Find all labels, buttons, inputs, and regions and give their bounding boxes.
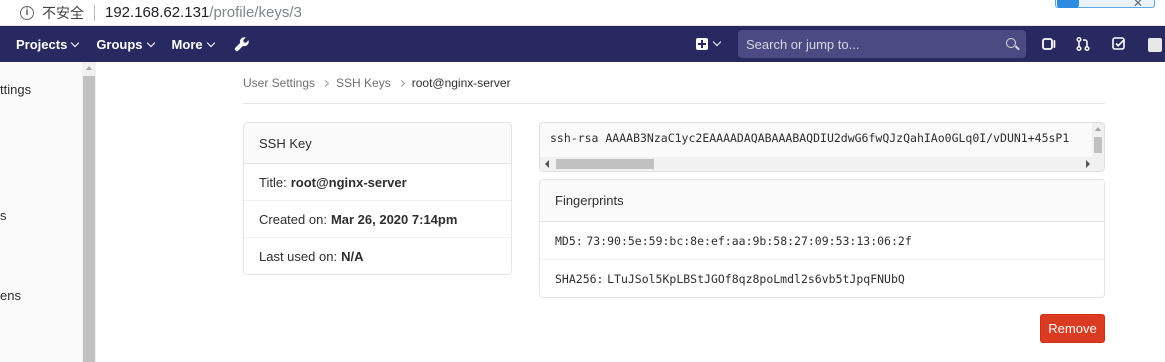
breadcrumb-ssh-keys[interactable]: SSH Keys	[336, 76, 391, 90]
nav-menu-label: Projects	[16, 36, 68, 52]
created-label: Created on:	[259, 211, 327, 227]
url-host[interactable]: 192.168.62.131	[105, 4, 209, 21]
merge-request-icon[interactable]	[1075, 36, 1091, 52]
issues-icon[interactable]	[1041, 36, 1057, 52]
ssh-key-last-used-row: Last used on: N/A	[244, 238, 511, 274]
search-box[interactable]	[738, 30, 1026, 58]
sidebar-item-tokens[interactable]: ens	[0, 288, 21, 303]
user-avatar-icon[interactable]	[1146, 36, 1162, 52]
address-separator	[94, 4, 95, 21]
chevron-right-icon	[397, 79, 405, 87]
url-path[interactable]: /profile/keys/3	[209, 4, 302, 21]
nav-menu-label: More	[171, 36, 203, 52]
sha256-label: SHA256:	[555, 271, 604, 286]
breadcrumb: User Settings SSH Keys root@nginx-server	[243, 76, 511, 90]
fingerprints-card: Fingerprints MD5: 73:90:5e:59:bc:8e:ef:a…	[539, 179, 1105, 298]
scrollbar-thumb[interactable]	[1094, 137, 1102, 153]
breadcrumb-user-settings[interactable]: User Settings	[243, 76, 315, 90]
top-navbar: Projects Groups More	[0, 26, 1165, 62]
search-input[interactable]	[746, 36, 996, 52]
ssh-key-created-row: Created on: Mar 26, 2020 7:14pm	[244, 201, 511, 238]
sidebar-item-keys[interactable]: s	[0, 208, 7, 223]
title-label: Title:	[259, 174, 287, 190]
wrench-icon[interactable]	[234, 36, 250, 52]
todo-checkbox-icon[interactable]	[1111, 36, 1127, 52]
public-key-textarea[interactable]: ssh-rsa AAAAB3NzaC1yc2EAAAADAQABAAABAQDI…	[539, 122, 1105, 172]
ssh-key-card: SSH Key Title: root@nginx-server Created …	[243, 122, 512, 275]
chevron-down-icon	[71, 38, 80, 47]
md5-value: 73:90:5e:59:bc:8e:ef:aa:9b:58:27:09:53:1…	[586, 233, 912, 248]
extension-icon[interactable]	[1057, 0, 1079, 8]
last-used-value: N/A	[341, 248, 364, 264]
ssh-key-card-header: SSH Key	[244, 123, 511, 164]
info-icon[interactable]: i	[20, 5, 34, 20]
nav-menu-more[interactable]: More	[171, 36, 215, 52]
chevron-down-icon	[146, 38, 155, 47]
scroll-up-icon[interactable]	[86, 66, 92, 70]
key-horizontal-scrollbar[interactable]	[540, 157, 1094, 171]
sidebar-scrollbar[interactable]	[82, 62, 96, 362]
scrollbar-thumb[interactable]	[83, 76, 95, 362]
chevron-down-icon[interactable]	[712, 37, 722, 47]
scrollbar-thumb[interactable]	[556, 159, 654, 169]
scroll-up-icon[interactable]	[1095, 127, 1101, 131]
md5-label: MD5:	[555, 233, 583, 248]
sidebar-item-settings[interactable]: ttings	[0, 82, 31, 97]
fingerprint-sha256-row: SHA256: LTuJSol5KpLBStJGOf8qz8poLmdl2s6v…	[540, 260, 1104, 297]
nav-menu-groups[interactable]: Groups	[96, 36, 155, 52]
public-key-text[interactable]: ssh-rsa AAAAB3NzaC1yc2EAAAADAQABAAABAQDI…	[550, 131, 1069, 145]
chevron-down-icon	[206, 38, 215, 47]
created-value: Mar 26, 2020 7:14pm	[330, 211, 458, 227]
header-divider	[243, 103, 1105, 104]
ssh-key-title-row: Title: root@nginx-server	[244, 164, 511, 201]
remove-button[interactable]: Remove	[1040, 314, 1105, 343]
nav-menu-projects[interactable]: Projects	[16, 36, 80, 52]
breadcrumb-current-key[interactable]: root@nginx-server	[412, 76, 511, 90]
new-plus-icon[interactable]	[696, 38, 708, 50]
search-icon	[1006, 38, 1016, 48]
scroll-right-icon[interactable]	[1086, 160, 1090, 168]
close-icon[interactable]: ✕	[1133, 0, 1143, 10]
settings-sidebar: ttings s ens	[0, 62, 96, 362]
fingerprints-header: Fingerprints	[540, 180, 1104, 222]
sha256-value: LTuJSol5KpLBStJGOf8qz8poLmdl2s6vb5tJpqFN…	[607, 271, 905, 286]
title-value: root@nginx-server	[290, 174, 407, 190]
security-label[interactable]: 不安全	[42, 3, 84, 23]
chevron-right-icon	[321, 79, 330, 87]
fingerprint-md5-row: MD5: 73:90:5e:59:bc:8e:ef:aa:9b:58:27:09…	[540, 222, 1104, 260]
last-used-label: Last used on:	[259, 248, 338, 264]
nav-menu-label: Groups	[96, 36, 143, 52]
browser-address-bar: i 不安全 192.168.62.131/profile/keys/3 ✕	[0, 0, 1165, 26]
scroll-left-icon[interactable]	[545, 160, 549, 168]
